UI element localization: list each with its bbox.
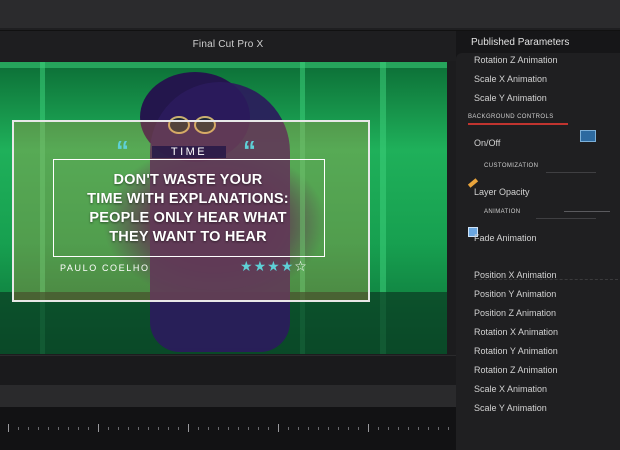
timeline-ruler[interactable] [0,407,456,450]
param-scale-y-animation[interactable]: Scale Y Animation [474,93,547,103]
timeline-tick [428,427,429,430]
timeline-tick [18,427,19,430]
parameters-list: Rotation Z Animation Scale X Animation S… [456,53,620,450]
quote-mark-left: “ [116,135,129,165]
timeline-tick [278,424,279,432]
section-divider [536,218,596,219]
section-divider [546,172,596,173]
timeline-tick [118,427,119,430]
timeline-tick [228,427,229,430]
timeline-tick [58,427,59,430]
timeline-tick [88,427,89,430]
viewer-header: Final Cut Pro X [0,31,456,61]
timeline-tick [218,427,219,430]
quote-tag: TIME [152,146,226,158]
timeline-tick [378,427,379,430]
panel-title: Published Parameters [471,37,570,48]
timeline-tick [248,427,249,430]
quote-line-4: THEY WANT TO HEAR [109,229,267,245]
star-filled-icon: ★ [253,258,267,274]
param-scale-y-animation-2[interactable]: Scale Y Animation [474,403,547,413]
star-filled-icon: ★ [267,258,280,274]
section-customization[interactable]: CUSTOMIZATION [484,163,538,169]
timeline-tick [318,427,319,430]
param-rotation-z-animation[interactable]: Rotation Z Animation [474,55,558,65]
viewer-controls-bar [0,355,456,386]
image-icon[interactable] [580,130,596,142]
star-filled-icon: ★ [280,258,294,274]
param-scale-x-animation[interactable]: Scale X Animation [474,74,547,84]
timeline-tick [38,427,39,430]
timeline-tick [308,427,309,430]
star-rating: ★★★★☆ [240,258,308,276]
star-filled-icon: ★ [240,258,253,274]
timeline-tick [288,427,289,430]
timeline-tick [408,427,409,430]
title-bar [0,0,620,31]
timeline-tick [148,427,149,430]
timeline-tick [238,427,239,430]
param-rotation-z-animation-2[interactable]: Rotation Z Animation [474,365,558,375]
param-rotation-x-animation[interactable]: Rotation X Animation [474,327,558,337]
timeline-tick [298,427,299,430]
timeline-tick [28,427,29,430]
inspector-panel: Published Parameters Rotation Z Animatio… [456,31,620,450]
timeline-tick [198,427,199,430]
quote-line-1: DON'T WASTE YOUR [113,172,263,188]
timeline-tick [138,427,139,430]
timeline-tick [258,427,259,430]
viewer-title: Final Cut Pro X [192,39,264,50]
section-background-controls[interactable]: BACKGROUND CONTROLS [468,114,568,125]
video-viewer[interactable]: “ “ TIME DON'T WASTE YOUR TIME WITH EXPL… [0,62,447,354]
timeline-tick [8,424,9,432]
timeline-tick [48,427,49,430]
timeline-toolbar [0,385,456,407]
quote-line-2: TIME WITH EXPLANATIONS: [87,191,289,207]
timeline-tick [178,427,179,430]
timeline-tick [158,427,159,430]
quote-author: PAULO COELHO [60,263,150,273]
param-rotation-y-animation[interactable]: Rotation Y Animation [474,346,558,356]
param-layer-opacity[interactable]: Layer Opacity [474,187,530,197]
param-position-z-animation[interactable]: Position Z Animation [474,308,556,318]
timeline-tick [398,427,399,430]
timeline-tick [78,427,79,430]
param-scale-x-animation-2[interactable]: Scale X Animation [474,384,547,394]
quote-mark-right: “ [243,135,256,165]
timeline-tick [348,427,349,430]
timeline-tick [368,424,369,432]
title-bar-divider [0,28,620,30]
timeline-tick [268,427,269,430]
param-on-off[interactable]: On/Off [474,138,500,148]
timeline-tick [208,427,209,430]
timeline-tick [358,427,359,430]
timeline-tick [188,424,189,432]
param-position-x-animation[interactable]: Position X Animation [474,270,557,280]
timeline-tick [438,427,439,430]
timeline-tick [388,427,389,430]
timeline-tick [328,427,329,430]
timeline-tick [448,427,449,430]
timeline-tick [418,427,419,430]
param-fade-animation[interactable]: Fade Animation [474,233,537,243]
param-position-y-animation[interactable]: Position Y Animation [474,289,556,299]
timeline-tick [168,427,169,430]
timeline-tick [128,427,129,430]
timeline-tick [338,427,339,430]
quote-line-3: PEOPLE ONLY HEAR WHAT [89,210,287,226]
section-animation[interactable]: ANIMATION [484,209,521,215]
star-empty-icon: ☆ [294,258,307,274]
timeline-tick [108,427,109,430]
timeline-tick [68,427,69,430]
layer-opacity-slider[interactable] [564,211,610,212]
timeline-tick [98,424,99,432]
